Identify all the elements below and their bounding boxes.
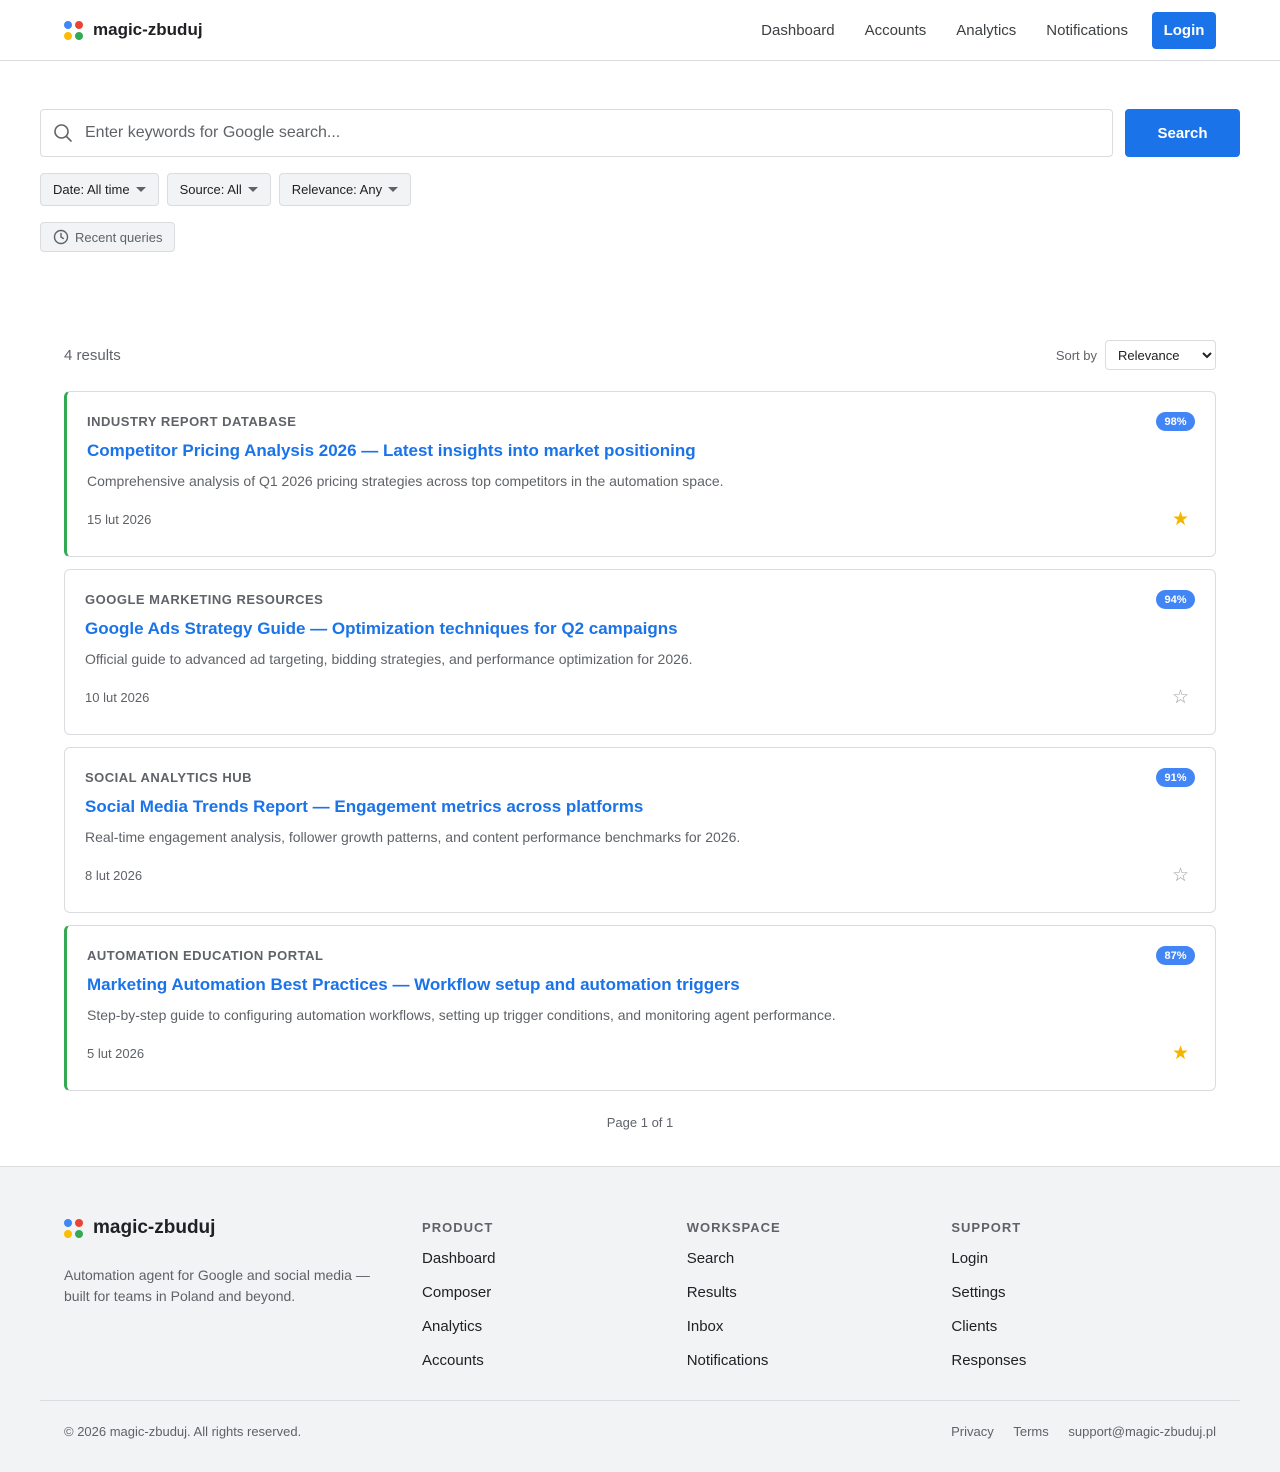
- result-card[interactable]: Google Marketing Resources Google Ads St…: [64, 569, 1216, 735]
- result-source: Industry Report Database: [87, 414, 297, 429]
- result-card[interactable]: Automation Education Portal Marketing Au…: [64, 925, 1216, 1091]
- footer-link-analytics[interactable]: Analytics: [422, 1318, 687, 1337]
- logo-icon: [64, 20, 83, 40]
- results-header: 4 results Sort by Relevance: [64, 340, 1216, 370]
- search-row: Search: [40, 109, 1240, 157]
- logo-icon: [64, 1218, 83, 1238]
- result-date: 5 lut 2026: [87, 1046, 145, 1061]
- footer-link-notifications[interactable]: Notifications: [687, 1352, 952, 1371]
- main-nav: Dashboard Accounts Analytics Notificatio…: [731, 11, 1216, 49]
- result-date: 10 lut 2026: [85, 690, 150, 705]
- sort-select[interactable]: Relevance: [1105, 340, 1216, 370]
- support-email-link[interactable]: support@magic-zbuduj.pl: [1068, 1424, 1216, 1439]
- footer-link-settings[interactable]: Settings: [951, 1284, 1216, 1303]
- footer-link-responses[interactable]: Responses: [951, 1352, 1216, 1371]
- filter-relevance-label: Relevance: Any: [291, 182, 383, 197]
- search-area: Search Date: All time Source: All Releva…: [0, 61, 1280, 252]
- footer-col-product: PRODUCT Dashboard Composer Analytics Acc…: [422, 1217, 687, 1400]
- footer-top: magic-zbuduj Automation agent for Google…: [40, 1167, 1240, 1400]
- result-description: Official guide to advanced ad targeting,…: [85, 651, 693, 667]
- copyright: © 2026 magic-zbuduj. All rights reserved…: [64, 1424, 302, 1439]
- nav-dashboard[interactable]: Dashboard: [761, 22, 834, 39]
- result-card[interactable]: Industry Report Database Competitor Pric…: [64, 391, 1216, 557]
- footer-link-login[interactable]: Login: [951, 1250, 1216, 1269]
- result-description: Comprehensive analysis of Q1 2026 pricin…: [87, 473, 724, 489]
- chevron-down-icon: [388, 187, 399, 192]
- privacy-link[interactable]: Privacy: [951, 1424, 994, 1439]
- footer-col-support: SUPPORT Login Settings Clients Responses: [951, 1217, 1216, 1400]
- result-title-link[interactable]: Social Media Trends Report — Engagement …: [85, 797, 1195, 817]
- chevron-down-icon: [247, 187, 258, 192]
- terms-link[interactable]: Terms: [1013, 1424, 1048, 1439]
- result-source: Social Analytics Hub: [85, 770, 252, 785]
- result-title-link[interactable]: Competitor Pricing Analysis 2026 — Lates…: [87, 441, 1195, 461]
- pagination-label: Page 1 of 1: [606, 1115, 674, 1130]
- brand-name: magic-zbuduj: [93, 20, 203, 39]
- footer-link-composer[interactable]: Composer: [422, 1284, 687, 1303]
- recent-queries-label: Recent queries: [75, 229, 163, 245]
- star-filled-icon[interactable]: ★: [1172, 510, 1189, 530]
- result-source: Google Marketing Resources: [85, 592, 324, 607]
- search-icon: [54, 124, 72, 142]
- footer-legal-links: Privacy Terms support@magic-zbuduj.pl: [935, 1424, 1216, 1439]
- footer-link-accounts[interactable]: Accounts: [422, 1352, 687, 1371]
- footer-col-title: SUPPORT: [951, 1220, 1022, 1235]
- result-title-link[interactable]: Google Ads Strategy Guide — Optimization…: [85, 619, 1195, 639]
- footer-brand: magic-zbuduj Automation agent for Google…: [64, 1217, 422, 1400]
- footer-col-title: WORKSPACE: [686, 1220, 781, 1235]
- site-footer: magic-zbuduj Automation agent for Google…: [0, 1166, 1280, 1472]
- footer-brand-name: magic-zbuduj: [93, 1217, 216, 1238]
- clock-icon: [53, 229, 69, 245]
- result-title-link[interactable]: Marketing Automation Best Practices — Wo…: [87, 975, 1195, 995]
- result-date: 15 lut 2026: [87, 512, 152, 527]
- footer-link-results[interactable]: Results: [687, 1284, 952, 1303]
- filter-relevance[interactable]: Relevance: Any: [278, 173, 412, 206]
- footer-link-inbox[interactable]: Inbox: [687, 1318, 952, 1337]
- relevance-badge: 98%: [1156, 412, 1195, 431]
- footer-col-title: PRODUCT: [422, 1220, 494, 1235]
- nav-analytics[interactable]: Analytics: [956, 22, 1016, 39]
- star-outline-icon[interactable]: ☆: [1172, 688, 1189, 708]
- search-input[interactable]: [85, 124, 1100, 142]
- result-description: Real-time engagement analysis, follower …: [85, 829, 741, 845]
- filter-date-label: Date: All time: [53, 182, 130, 197]
- sort-control: Sort by Relevance: [1056, 340, 1216, 370]
- filter-bar: Date: All time Source: All Relevance: An…: [40, 173, 1240, 206]
- nav-notifications[interactable]: Notifications: [1046, 22, 1128, 39]
- brand[interactable]: magic-zbuduj: [64, 20, 203, 40]
- footer-link-dashboard[interactable]: Dashboard: [422, 1250, 687, 1269]
- login-button[interactable]: Login: [1152, 11, 1216, 49]
- results-count: 4 results: [64, 346, 121, 364]
- search-button[interactable]: Search: [1125, 109, 1240, 157]
- search-box[interactable]: [40, 109, 1113, 157]
- footer-link-clients[interactable]: Clients: [951, 1318, 1216, 1337]
- filter-source[interactable]: Source: All: [166, 173, 271, 206]
- footer-link-search[interactable]: Search: [687, 1250, 952, 1269]
- relevance-badge: 87%: [1156, 946, 1195, 965]
- footer-col-workspace: WORKSPACE Search Results Inbox Notificat…: [687, 1217, 952, 1400]
- result-date: 8 lut 2026: [85, 868, 143, 883]
- recent-queries-button[interactable]: Recent queries: [40, 222, 176, 252]
- result-card[interactable]: Social Analytics Hub Social Media Trends…: [64, 747, 1216, 913]
- footer-tagline: Automation agent for Google and social m…: [64, 1267, 370, 1304]
- nav-accounts[interactable]: Accounts: [865, 22, 927, 39]
- relevance-badge: 91%: [1156, 768, 1195, 787]
- result-description: Step-by-step guide to configuring automa…: [87, 1007, 836, 1023]
- result-source: Automation Education Portal: [87, 948, 324, 963]
- footer-bottom: © 2026 magic-zbuduj. All rights reserved…: [40, 1400, 1240, 1462]
- results-section: 4 results Sort by Relevance Industry Rep…: [0, 340, 1280, 1166]
- chevron-down-icon: [135, 187, 146, 192]
- star-filled-icon[interactable]: ★: [1172, 1044, 1189, 1064]
- sort-label: Sort by: [1055, 347, 1097, 363]
- footer-logo[interactable]: magic-zbuduj: [64, 1217, 422, 1239]
- relevance-badge: 94%: [1156, 590, 1195, 609]
- star-outline-icon[interactable]: ☆: [1172, 866, 1189, 886]
- top-header: magic-zbuduj Dashboard Accounts Analytic…: [0, 0, 1280, 61]
- filter-source-label: Source: All: [179, 182, 242, 197]
- filter-date[interactable]: Date: All time: [40, 173, 159, 206]
